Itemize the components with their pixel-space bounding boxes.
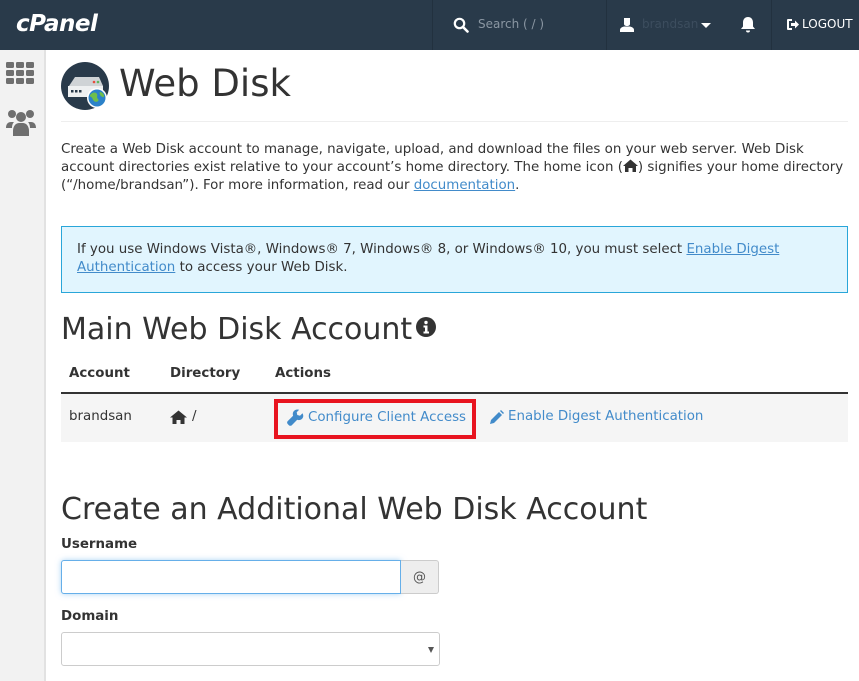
username-label: brandsan: [642, 17, 699, 31]
page-header: Web Disk: [61, 62, 848, 122]
info-icon[interactable]: [416, 317, 437, 337]
domain-label: Domain: [61, 609, 119, 624]
username-input[interactable]: [61, 560, 401, 594]
home-icon: [622, 159, 638, 172]
column-header-actions: Actions: [275, 366, 331, 381]
alert-text: to access your Web Disk.: [175, 260, 348, 275]
search-input[interactable]: Search ( / ): [478, 17, 544, 31]
grid-icon: [6, 62, 34, 84]
info-alert: If you use Windows Vista®, Windows® 7, W…: [61, 226, 848, 293]
search-icon: [453, 17, 469, 33]
search-box[interactable]: Search ( / ): [433, 0, 606, 50]
heading-text: Main Web Disk Account: [61, 312, 413, 347]
configure-client-access-link[interactable]: Configure Client Access: [287, 409, 466, 426]
page-description: Create a Web Disk account to manage, nav…: [61, 141, 848, 195]
logout-icon: [787, 18, 799, 30]
wrench-icon: [287, 409, 304, 426]
chevron-down-icon: [701, 23, 711, 28]
alert-text: If you use Windows Vista®, Windows® 7, W…: [77, 242, 687, 257]
column-header-directory: Directory: [170, 366, 241, 381]
action-label: Configure Client Access: [308, 410, 467, 425]
bell-icon: [741, 17, 755, 33]
directory-cell: /: [170, 409, 197, 424]
create-account-heading: Create an Additional Web Disk Account: [61, 492, 648, 527]
table-header: Account Directory Actions: [61, 360, 848, 394]
sidebar-item-tools[interactable]: [6, 62, 36, 90]
action-label: Enable Digest Authentication: [508, 409, 704, 424]
main-account-heading: Main Web Disk Account: [61, 312, 437, 347]
home-icon: [170, 410, 187, 424]
directory-path: /: [192, 409, 197, 424]
cpanel-logo[interactable]: cPanel: [16, 11, 98, 37]
users-icon: [6, 110, 36, 136]
domain-select[interactable]: [61, 632, 440, 666]
username-input-group: @: [61, 560, 439, 594]
divider: [771, 0, 772, 50]
account-cell: brandsan: [69, 409, 132, 424]
main-account-table: Account Directory Actions brandsan / Con…: [61, 360, 848, 442]
web-disk-icon: [61, 62, 109, 110]
user-icon: [620, 18, 634, 32]
documentation-link[interactable]: documentation: [414, 178, 515, 193]
description-text: .: [515, 178, 520, 193]
sidebar-item-users[interactable]: [6, 108, 36, 136]
page-title: Web Disk: [119, 62, 291, 105]
pencil-icon: [490, 409, 504, 424]
at-addon: @: [401, 560, 439, 594]
top-navbar: cPanel Search ( / ) brandsan LOGOUT: [0, 0, 859, 50]
logout-label: LOGOUT: [802, 17, 853, 31]
column-header-account: Account: [69, 366, 130, 381]
enable-digest-auth-action[interactable]: Enable Digest Authentication: [490, 409, 703, 424]
sidebar: [0, 50, 46, 681]
username-label: Username: [61, 537, 138, 552]
logout-button[interactable]: LOGOUT: [786, 17, 853, 31]
chevron-down-icon: [428, 647, 434, 653]
table-row: brandsan / Configure Client Access Enabl…: [61, 394, 848, 442]
